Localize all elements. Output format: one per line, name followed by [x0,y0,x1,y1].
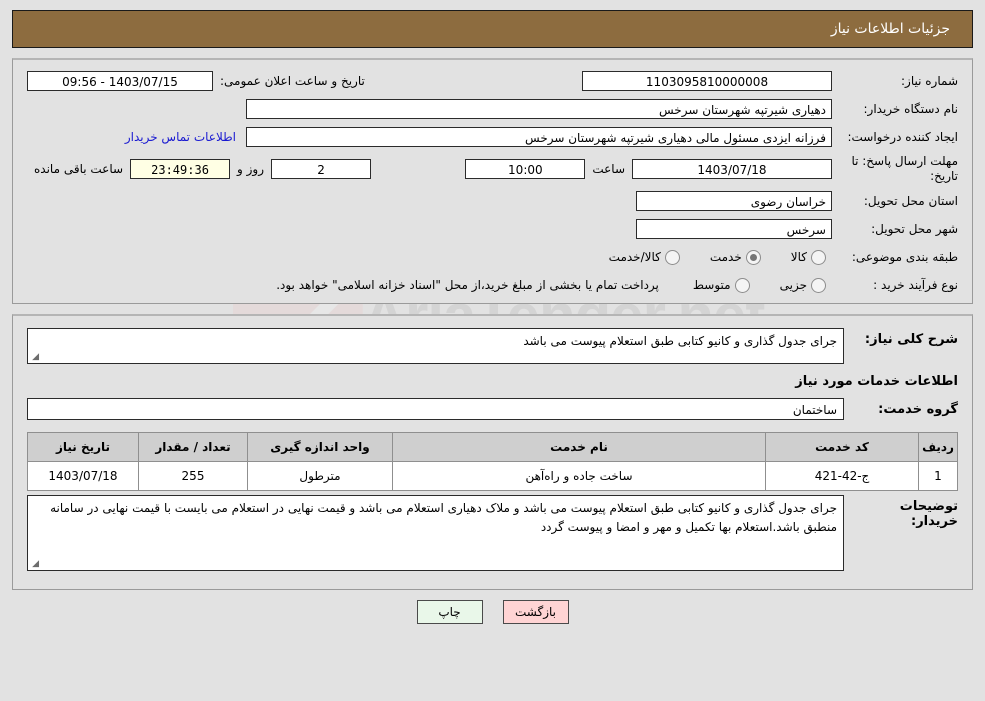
th-need-date: تاریخ نیاز [27,432,139,462]
buyer-notes-text: جرای جدول گذاری و کانیو کتابی طبق استعلا… [50,501,837,534]
radio-kala[interactable] [811,249,826,265]
radio-kala-khedmat-label: کالا/خدمت [608,250,661,264]
row-buyer-org: نام دستگاه خریدار: دهیاری شیرتپه شهرستان… [27,98,958,120]
deadline-time-label: ساعت [592,162,625,176]
general-desc-text: جرای جدول گذاری و کانیو کتابی طبق استعلا… [523,334,837,348]
buyer-notes-label: توضیحات خریدار: [899,499,958,529]
delivery-province-label: استان محل تحویل: [863,193,958,208]
row-delivery-province: استان محل تحویل: خراسان رضوی [27,190,958,212]
need-info-panel: شماره نیاز: 1103095810000008 تاریخ و ساع… [12,58,973,304]
purchase-process-group: جزیی متوسط [669,277,832,293]
cell-row-number: 1 [918,461,958,491]
buyer-org-field: دهیاری شیرتپه شهرستان سرخس [246,99,832,119]
request-creator-label: ایجاد کننده درخواست: [847,129,958,144]
delivery-province-field: خراسان رضوی [636,191,832,211]
table-row: 1 ج-42-421 ساخت جاده و راه‌آهن مترطول 25… [27,461,958,491]
row-response-deadline: مهلت ارسال پاسخ: تا تاریخ: 1403/07/18 سا… [27,154,958,184]
print-button[interactable]: چاپ [416,600,483,624]
general-desc-label: شرح کلی نیاز: [864,332,958,347]
page-header: جزئیات اطلاعات نیاز [12,10,973,48]
row-buyer-notes: توضیحات خریدار: جرای جدول گذاری و کانیو … [27,495,958,571]
public-announce-field: 1403/07/15 - 09:56 [27,71,213,91]
radio-motevaset-label: متوسط [692,278,731,292]
radio-khedmat-label: خدمت [709,250,742,264]
subject-category-label: طبقه بندی موضوعی: [851,249,958,264]
radio-motevaset[interactable] [734,277,750,293]
row-delivery-city: شهر محل تحویل: سرخس [27,218,958,240]
row-request-creator: ایجاد کننده درخواست: فرزانه ایزدی مسئول … [27,126,958,148]
general-desc-textarea[interactable]: جرای جدول گذاری و کانیو کتابی طبق استعلا… [27,328,844,364]
delivery-city-field: سرخس [636,219,832,239]
cell-quantity: 255 [138,461,248,491]
request-creator-field: فرزانه ایزدی مسئول مالی دهیاری شیرتپه شه… [246,127,832,147]
response-deadline-label: مهلت ارسال پاسخ: تا تاریخ: [851,154,958,183]
th-service-code: کد خدمت [765,432,919,462]
cell-unit: مترطول [247,461,393,491]
public-announce-label: تاریخ و ساعت اعلان عمومی: [220,74,365,88]
radio-khedmat[interactable] [745,249,761,265]
buyer-notes-textarea[interactable]: جرای جدول گذاری و کانیو کتابی طبق استعلا… [27,495,844,571]
cell-service-name: ساخت جاده و راه‌آهن [392,461,766,491]
row-purchase-process: نوع فرآیند خرید : جزیی متوسط پرداخت تمام… [27,274,958,296]
th-quantity: تعداد / مقدار [138,432,248,462]
countdown-suffix-label: ساعت باقی مانده [34,162,124,176]
buyer-contact-link[interactable]: اطلاعات تماس خریدار [115,130,246,144]
subject-category-group: کالا خدمت کالا/خدمت [585,249,832,265]
row-general-description: شرح کلی نیاز: جرای جدول گذاری و کانیو کت… [27,328,958,364]
countdown-timer: 23:49:36 [130,159,231,179]
row-need-number: شماره نیاز: 1103095810000008 تاریخ و ساع… [27,70,958,92]
cell-service-code: ج-42-421 [765,461,919,491]
resize-grip-icon-notes[interactable]: ◢ [30,560,39,569]
service-details-panel: شرح کلی نیاز: جرای جدول گذاری و کانیو کت… [12,314,973,590]
th-row-number: ردیف [918,432,958,462]
service-group-label: گروه خدمت: [878,401,958,417]
resize-grip-icon[interactable]: ◢ [30,353,39,362]
need-number-field: 1103095810000008 [582,71,832,91]
services-section-title: اطلاعات خدمات مورد نیاز [795,374,958,389]
need-number-label: شماره نیاز: [901,73,958,88]
buyer-org-label: نام دستگاه خریدار: [863,101,959,116]
back-button[interactable]: بازگشت [502,600,569,624]
remaining-days-label: روز و [237,162,265,176]
service-group-field: ساختمان [27,398,844,420]
deadline-date-field: 1403/07/18 [632,159,832,179]
footer-actions: بازگشت چاپ [0,600,985,624]
purchase-process-note: پرداخت تمام یا بخشی از مبلغ خرید،از محل … [276,278,659,292]
remaining-days-field: 2 [271,159,372,179]
radio-jozi[interactable] [811,277,826,293]
radio-jozi-label: جزیی [779,278,807,292]
services-table: ردیف کد خدمت نام خدمت واحد اندازه گیری ت… [27,432,958,491]
page-title: جزئیات اطلاعات نیاز [830,21,950,37]
purchase-process-label: نوع فرآیند خرید : [873,277,958,292]
table-header-row: ردیف کد خدمت نام خدمت واحد اندازه گیری ت… [27,432,958,462]
radio-kala-label: کالا [790,250,807,264]
th-service-name: نام خدمت [392,432,766,462]
row-subject-category: طبقه بندی موضوعی: کالا خدمت کالا/خدمت [27,246,958,268]
radio-kala-khedmat[interactable] [664,249,680,265]
row-service-group: گروه خدمت: ساختمان [27,398,958,420]
th-unit: واحد اندازه گیری [247,432,393,462]
cell-need-date: 1403/07/18 [27,461,139,491]
deadline-time-field: 10:00 [465,159,586,179]
delivery-city-label: شهر محل تحویل: [871,221,958,236]
